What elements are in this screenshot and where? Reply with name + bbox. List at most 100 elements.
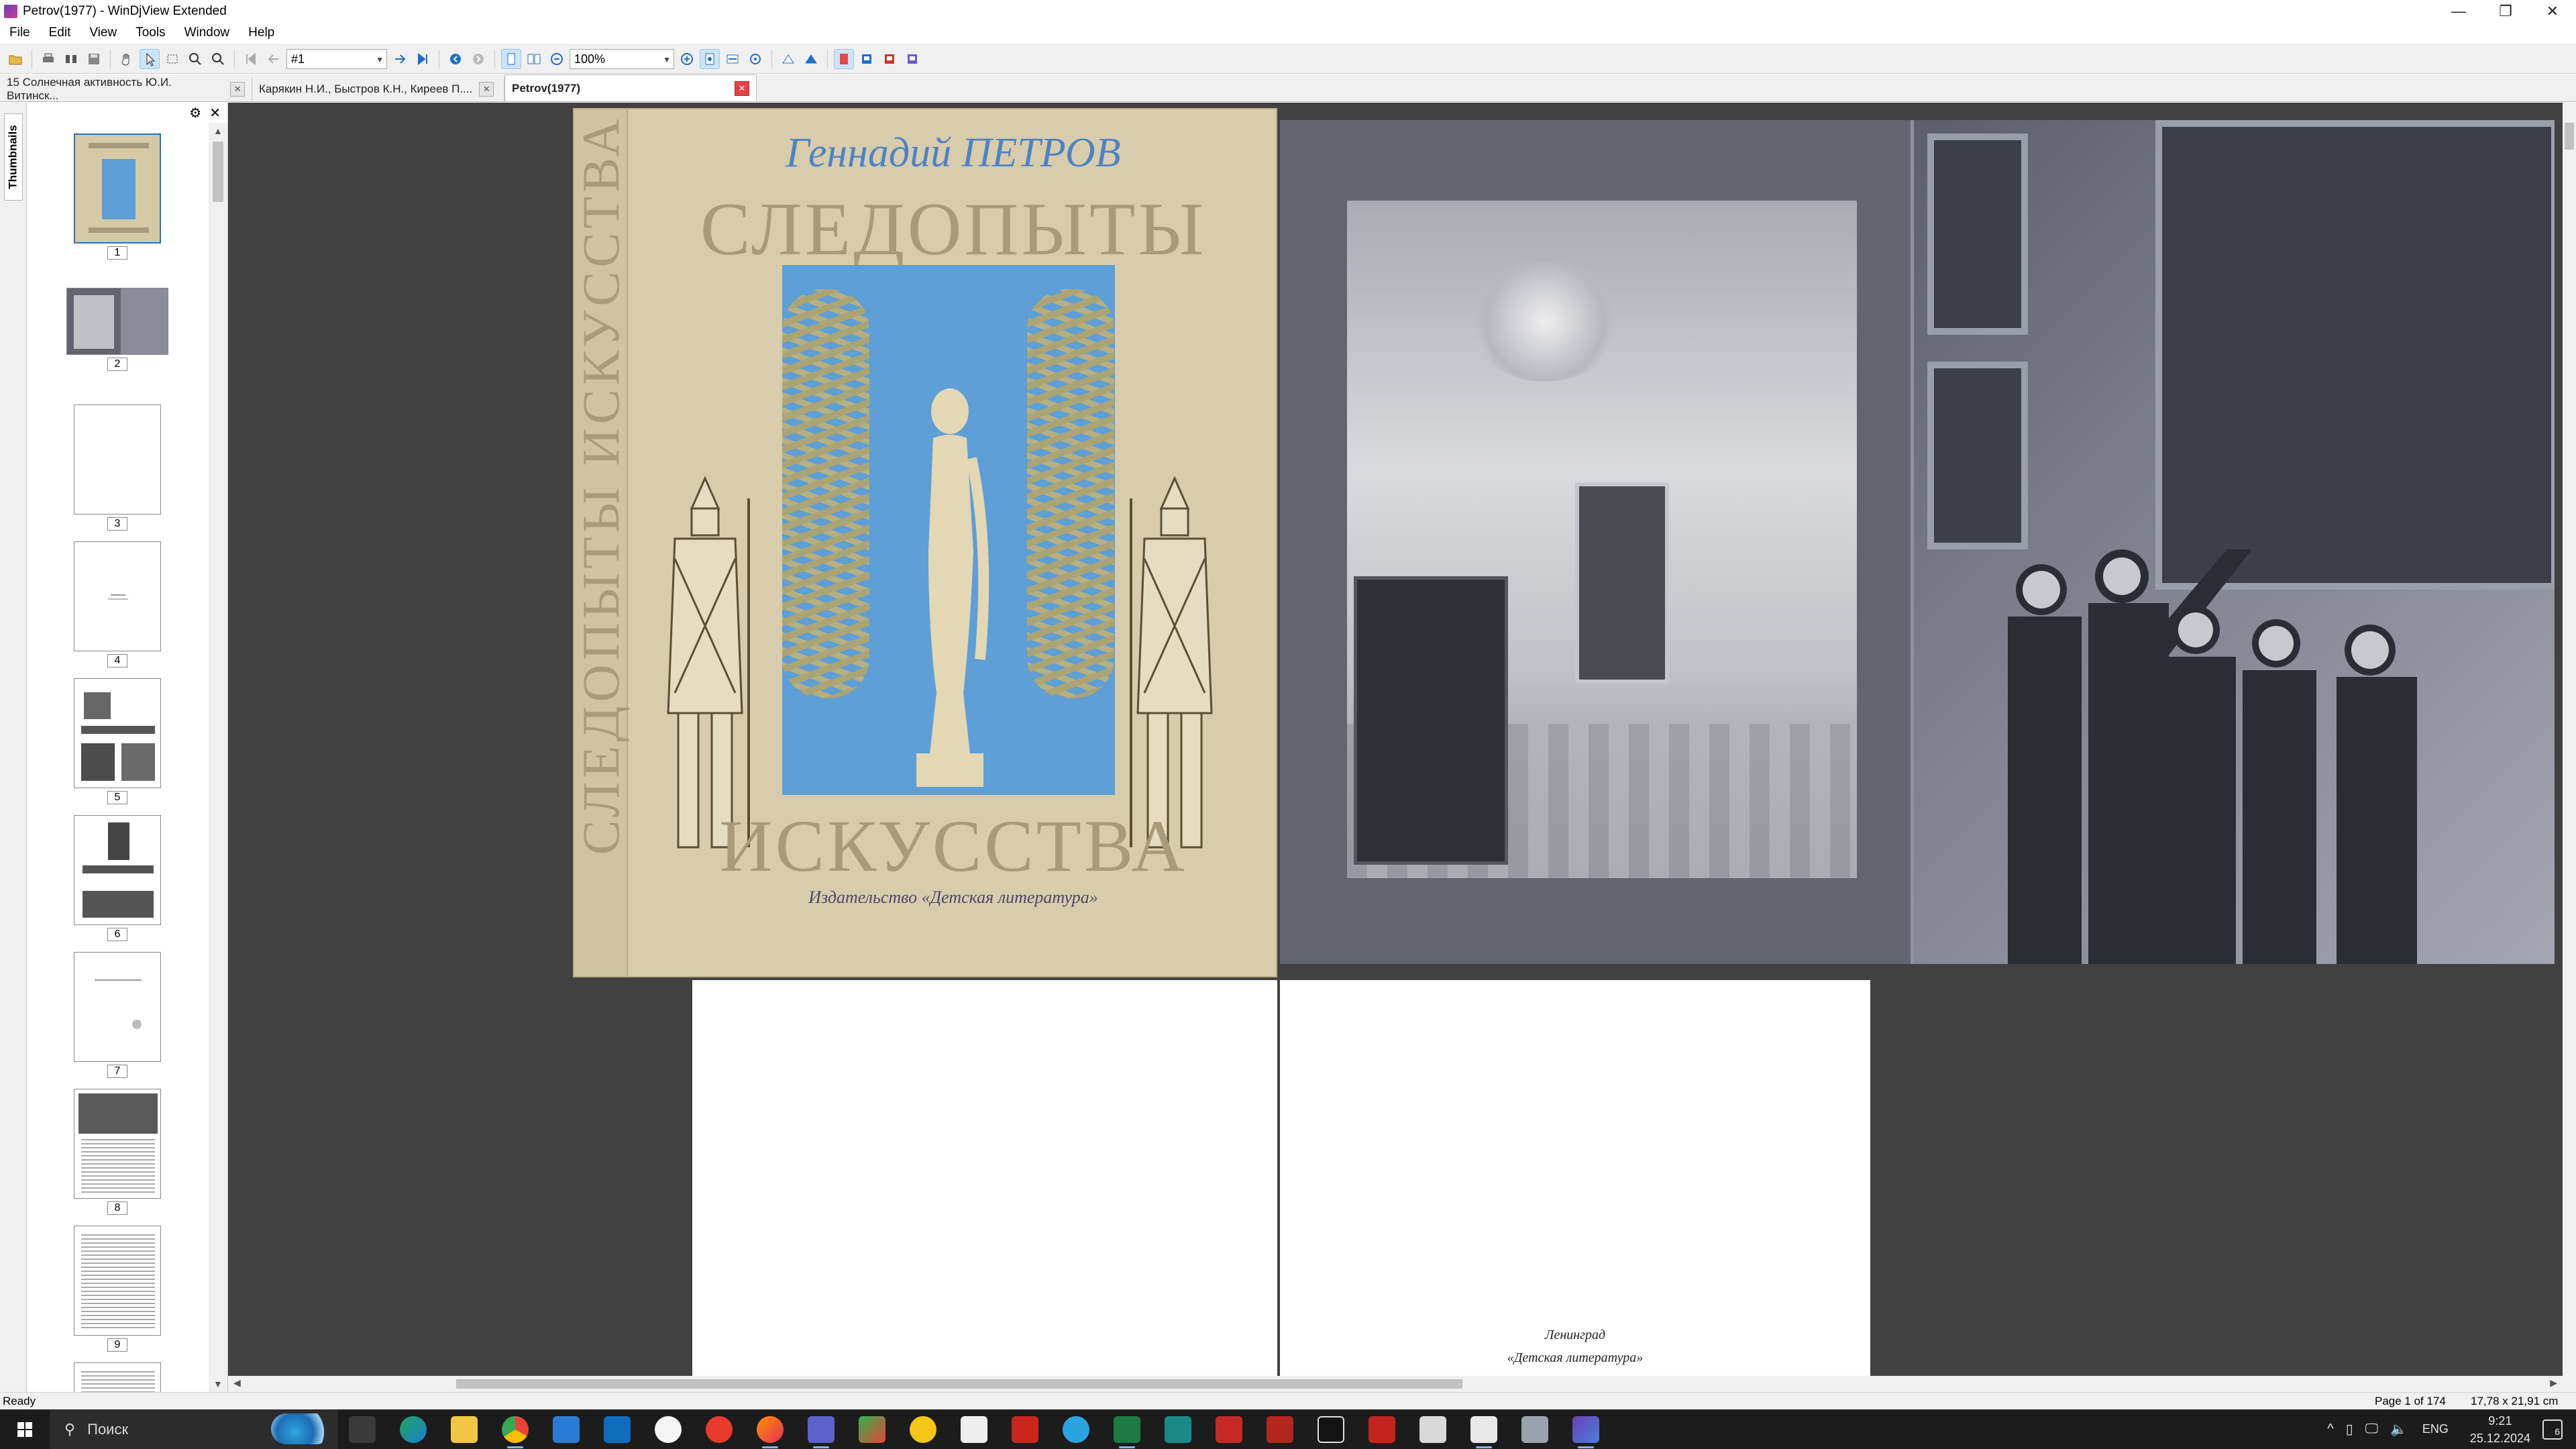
scrollbar-thumb[interactable]: [2565, 123, 2574, 150]
select-tool-icon[interactable]: [140, 49, 160, 69]
notifications-icon[interactable]: 6: [2542, 1419, 2563, 1440]
tablet-icon[interactable]: [1521, 1416, 1548, 1443]
norton-icon[interactable]: [910, 1416, 936, 1443]
horizontal-scrollbar[interactable]: ◀ ▶: [228, 1376, 2576, 1392]
store-icon[interactable]: [553, 1416, 580, 1443]
close-button[interactable]: ✕: [2529, 0, 2576, 23]
menu-window[interactable]: Window: [175, 25, 239, 40]
back-icon[interactable]: [445, 49, 466, 69]
thumbnail-page-7[interactable]: 7: [72, 952, 162, 1078]
thumbnail-page-4[interactable]: 4: [72, 541, 162, 667]
prev-page-icon[interactable]: [264, 49, 284, 69]
single-page-icon[interactable]: [501, 49, 521, 69]
thumbnail-page-9[interactable]: 9: [72, 1226, 162, 1352]
yandex-browser-icon[interactable]: [706, 1416, 733, 1443]
bookmark-icon[interactable]: [834, 49, 854, 69]
facing-pages-icon[interactable]: [524, 49, 544, 69]
tab-document-2[interactable]: Карякин Н.И., Быстров К.Н., Киреев П....…: [252, 77, 504, 101]
chevron-up-icon[interactable]: ^: [2327, 1421, 2333, 1437]
save-icon[interactable]: [84, 49, 104, 69]
restore-button[interactable]: ❐: [2482, 0, 2529, 23]
scrollbar-thumb[interactable]: [213, 142, 223, 202]
last-page-icon[interactable]: [413, 49, 433, 69]
zoom-in-tool-icon[interactable]: [185, 49, 205, 69]
page-number-combo[interactable]: #1 ▼: [286, 49, 387, 69]
device-icon[interactable]: ▯: [2346, 1421, 2353, 1438]
rect-select-icon[interactable]: [162, 49, 182, 69]
thumbnail-page-8[interactable]: 8: [72, 1089, 162, 1215]
menu-edit[interactable]: Edit: [40, 25, 80, 40]
tab-document-1[interactable]: 15 Солнечная активность Ю.И. Витинск... …: [0, 76, 252, 102]
notes-icon[interactable]: [961, 1416, 987, 1443]
gear-icon[interactable]: ⚙: [189, 105, 201, 121]
excel-icon[interactable]: [1114, 1416, 1140, 1448]
hand-tool-icon[interactable]: [117, 49, 137, 69]
maps-icon[interactable]: [859, 1416, 885, 1443]
reader-icon[interactable]: [1318, 1416, 1344, 1443]
tab-thumbnails[interactable]: Thumbnails: [4, 113, 23, 201]
close-icon[interactable]: ✕: [479, 82, 494, 97]
mail-red-icon[interactable]: [1012, 1416, 1038, 1443]
forward-icon[interactable]: [468, 49, 488, 69]
document-viewer[interactable]: СЛЕДОПЫТЫ ИСКУССТВА Геннадий ПЕТРОВ СЛЕД…: [228, 103, 2563, 1376]
thumbnail-page-10[interactable]: [72, 1362, 162, 1392]
clock[interactable]: 9:21 25.12.2024: [2470, 1412, 2530, 1447]
volume-icon[interactable]: 🔈: [2390, 1421, 2407, 1438]
close-icon[interactable]: ✕: [230, 82, 245, 97]
chrome-icon[interactable]: [502, 1416, 529, 1448]
task-view-icon[interactable]: [349, 1416, 376, 1443]
menu-help[interactable]: Help: [239, 25, 284, 40]
thumbnail-page-6[interactable]: 6: [72, 815, 162, 941]
edge-icon[interactable]: [400, 1416, 427, 1443]
menu-tools[interactable]: Tools: [126, 25, 174, 40]
windjview-taskbar-icon[interactable]: [1470, 1416, 1497, 1448]
menu-view[interactable]: View: [80, 25, 126, 40]
next-page-icon[interactable]: [390, 49, 410, 69]
scroll-up-icon[interactable]: ▲: [213, 125, 223, 136]
rotate-right-icon[interactable]: [801, 49, 821, 69]
thumbnail-list[interactable]: 1 2 3 4 5 6 7 8 9: [27, 123, 208, 1392]
contrast-icon[interactable]: [879, 49, 900, 69]
terminal-icon[interactable]: [1165, 1416, 1191, 1443]
find-icon[interactable]: [61, 49, 81, 69]
acrobat-icon[interactable]: [1216, 1416, 1242, 1443]
zoom-combo[interactable]: 100% ▼: [570, 49, 674, 69]
language-indicator[interactable]: ENG: [2422, 1422, 2449, 1436]
filezilla-icon[interactable]: [1368, 1416, 1395, 1443]
network-icon[interactable]: 🖵: [2365, 1421, 2378, 1437]
firefox-icon[interactable]: [757, 1416, 784, 1448]
tab-document-3[interactable]: Petrov(1977) ✕: [504, 74, 757, 101]
zoom-out-icon[interactable]: [547, 49, 567, 69]
scroll-down-icon[interactable]: ▼: [213, 1379, 223, 1389]
close-icon[interactable]: ✕: [735, 80, 749, 96]
open-icon[interactable]: [5, 49, 25, 69]
menu-file[interactable]: File: [0, 25, 40, 40]
snap-icon[interactable]: [1267, 1416, 1293, 1443]
first-page-icon[interactable]: [241, 49, 261, 69]
settings-icon[interactable]: [902, 49, 922, 69]
yandex-icon[interactable]: [655, 1416, 682, 1443]
rotate-left-icon[interactable]: [778, 49, 798, 69]
scroll-left-icon[interactable]: ◀: [233, 1377, 241, 1389]
taskbar-search[interactable]: ⚲ Поиск: [50, 1409, 338, 1449]
telegram-icon[interactable]: [1063, 1416, 1089, 1443]
actual-size-icon[interactable]: [745, 49, 765, 69]
scroll-right-icon[interactable]: ▶: [2550, 1377, 2557, 1389]
start-button[interactable]: [0, 1409, 50, 1449]
fit-width-icon[interactable]: [722, 49, 743, 69]
djvu-saver-icon[interactable]: [808, 1416, 835, 1448]
thumbnail-page-2[interactable]: 2: [66, 288, 168, 371]
minimize-button[interactable]: —: [2435, 0, 2482, 23]
scrollbar-thumb[interactable]: [456, 1379, 1462, 1389]
thumbnails-scrollbar[interactable]: ▲ ▼: [209, 123, 227, 1392]
vertical-scrollbar[interactable]: [2563, 103, 2576, 1376]
print-icon[interactable]: [38, 49, 58, 69]
color-icon[interactable]: [857, 49, 877, 69]
fit-page-icon[interactable]: [700, 49, 720, 69]
thumbnail-page-5[interactable]: 5: [72, 678, 162, 804]
close-icon[interactable]: ✕: [209, 105, 221, 121]
scanner-icon[interactable]: [1419, 1416, 1446, 1443]
thumbnail-page-1[interactable]: 1: [72, 133, 162, 260]
file-explorer-icon[interactable]: [451, 1416, 478, 1443]
outlook-icon[interactable]: [604, 1416, 631, 1443]
